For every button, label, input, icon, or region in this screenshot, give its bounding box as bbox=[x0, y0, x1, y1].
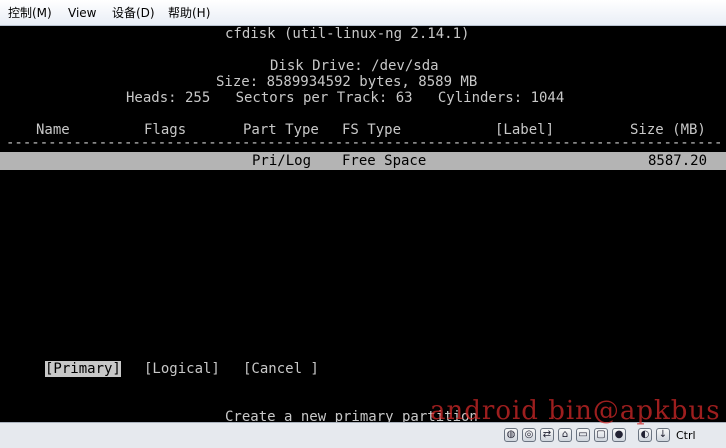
watermark-text: android bin@apkbus bbox=[430, 396, 721, 426]
shared-folder-icon[interactable]: ▭ bbox=[576, 428, 590, 442]
primary-button[interactable]: [Primary] bbox=[45, 361, 121, 377]
partition-row-selected[interactable]: Pri/Log Free Space 8587.20 bbox=[0, 152, 726, 170]
menu-bar: 控制(M) View 设备(D) 帮助(H) bbox=[0, 0, 726, 26]
row-fs-type: Free Space bbox=[342, 153, 427, 169]
disk-size-line: Size: 8589934592 bytes, 8589 MB bbox=[216, 74, 478, 90]
logical-button[interactable]: [Logical] bbox=[144, 361, 220, 377]
host-key-icon[interactable]: ↓ bbox=[656, 428, 670, 442]
menu-control[interactable]: 控制(M) bbox=[8, 5, 52, 21]
program-title: cfdisk (util-linux-ng 2.14.1) bbox=[225, 26, 470, 42]
cd-drive-icon[interactable]: ◎ bbox=[522, 428, 536, 442]
host-key-label: Ctrl bbox=[676, 429, 696, 442]
menu-devices[interactable]: 设备(D) bbox=[112, 5, 155, 21]
row-part-type: Pri/Log bbox=[252, 153, 312, 169]
header-separator: ----------------------------------------… bbox=[6, 135, 720, 151]
display-icon[interactable]: ▢ bbox=[594, 428, 608, 442]
record-icon[interactable]: ● bbox=[612, 428, 626, 442]
cancel-button[interactable]: [Cancel ] bbox=[243, 361, 319, 377]
disk-drive-line: Disk Drive: /dev/sda bbox=[270, 58, 439, 74]
row-size: 8587.20 bbox=[648, 153, 708, 169]
menu-help[interactable]: 帮助(H) bbox=[168, 5, 210, 21]
hard-disk-icon[interactable]: ◍ bbox=[504, 428, 518, 442]
network-icon[interactable]: ⌂ bbox=[558, 428, 572, 442]
menu-view[interactable]: View bbox=[68, 5, 96, 21]
geometry-line: Heads: 255 Sectors per Track: 63 Cylinde… bbox=[126, 90, 565, 106]
mouse-integration-icon[interactable]: ◐ bbox=[638, 428, 652, 442]
usb-icon[interactable]: ⇄ bbox=[540, 428, 554, 442]
